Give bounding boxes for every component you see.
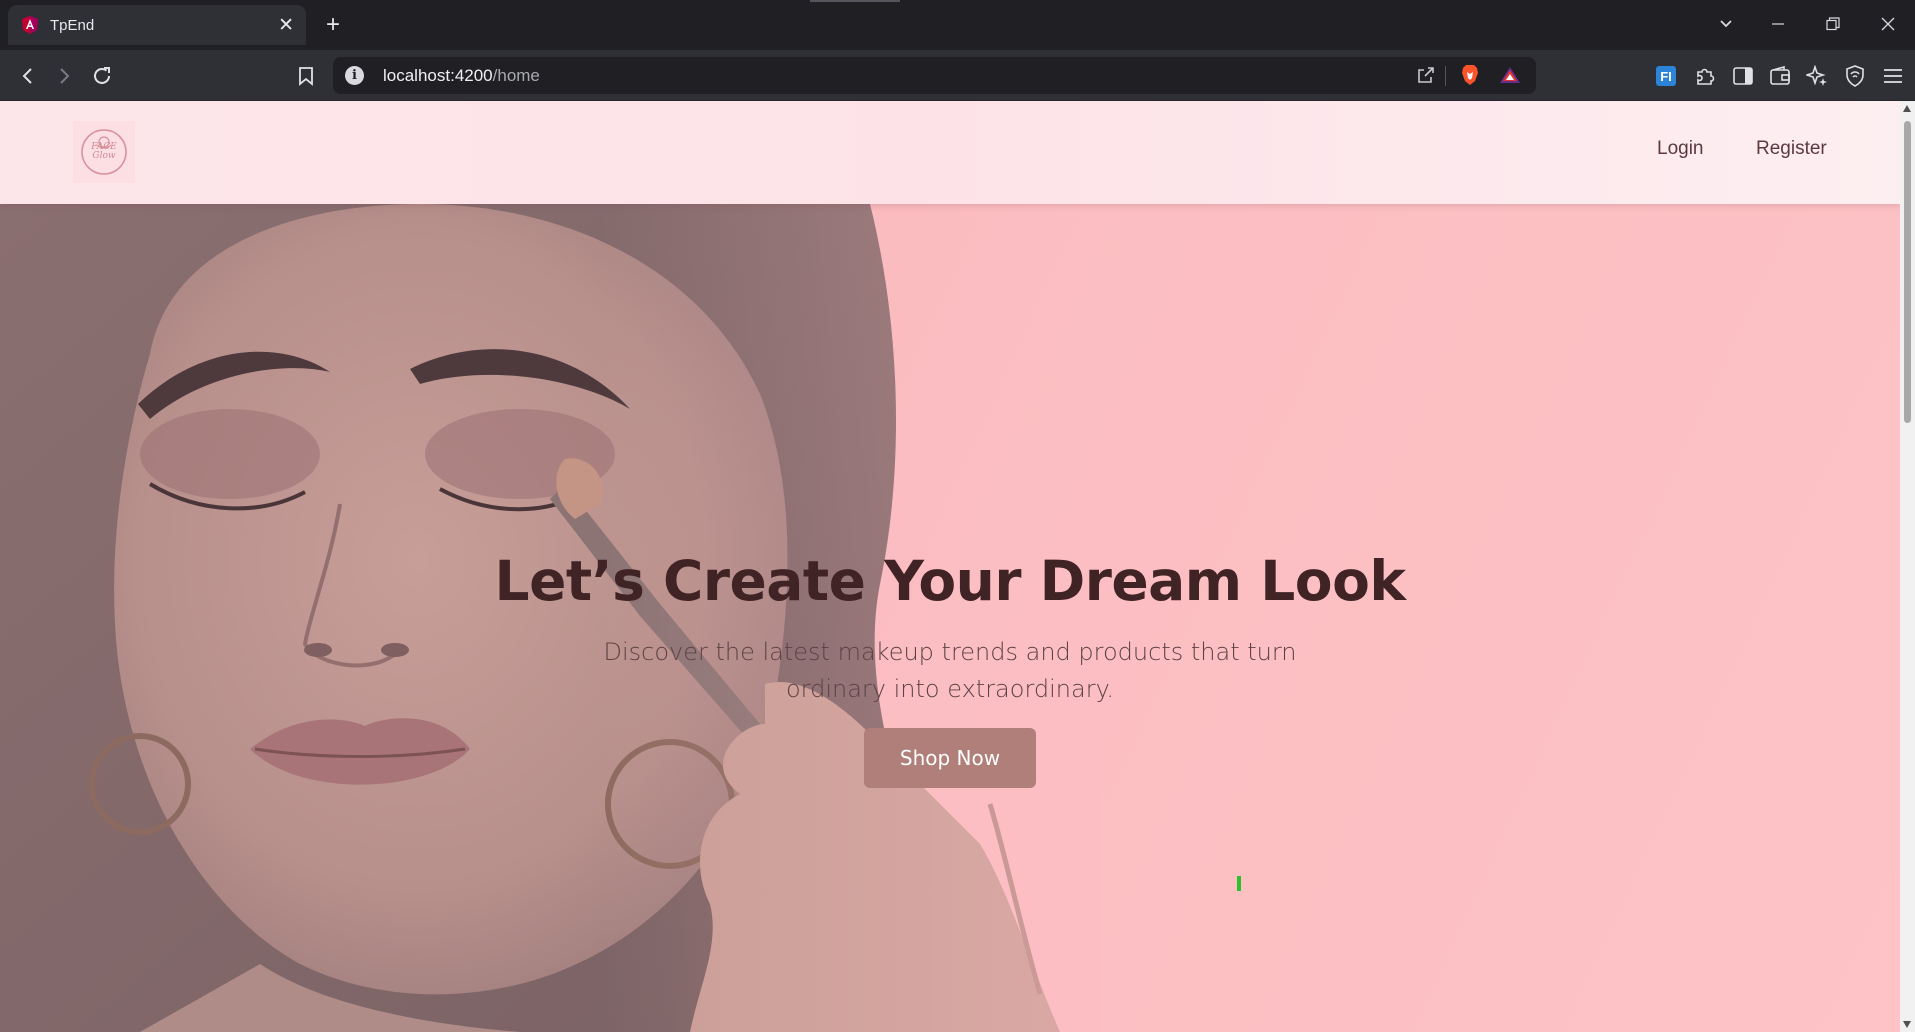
page-scrollbar[interactable]: [1900, 101, 1915, 1032]
window-drag-indicator: [810, 0, 900, 2]
new-tab-button[interactable]: +: [318, 10, 348, 40]
site-logo[interactable]: FACE Glow: [73, 121, 135, 183]
fi-extension-icon[interactable]: FI: [1652, 62, 1680, 90]
shop-now-button[interactable]: Shop Now: [864, 728, 1036, 788]
wallet-icon[interactable]: [1766, 62, 1794, 90]
tab-search-icon[interactable]: [1712, 12, 1740, 38]
sidebar-icon[interactable]: [1729, 62, 1757, 90]
site-info-icon[interactable]: i: [345, 66, 364, 85]
hero-section: Let’s Create Your Dream Look Discover th…: [0, 204, 1900, 1032]
url-text[interactable]: localhost:4200/home: [383, 66, 540, 86]
brave-rewards-icon[interactable]: [1496, 61, 1524, 89]
back-icon[interactable]: [14, 62, 42, 90]
url-separator: [1445, 66, 1446, 86]
hero-title: Let’s Create Your Dream Look: [494, 549, 1406, 613]
scrollbar-thumb[interactable]: [1904, 121, 1911, 423]
scroll-up-icon[interactable]: [1903, 105, 1911, 112]
vpn-icon[interactable]: [1841, 62, 1869, 90]
menu-icon[interactable]: [1879, 62, 1907, 90]
hero-content: Let’s Create Your Dream Look Discover th…: [420, 549, 1480, 788]
address-bar[interactable]: i localhost:4200/home: [333, 57, 1536, 94]
bookmark-icon[interactable]: [292, 62, 320, 90]
close-window-icon[interactable]: [1874, 12, 1902, 38]
browser-tab[interactable]: TpEnd ✕: [8, 5, 306, 45]
extensions-icon[interactable]: [1691, 62, 1719, 90]
share-icon[interactable]: [1412, 61, 1440, 89]
url-host: localhost:4200: [383, 66, 493, 85]
restore-icon[interactable]: [1819, 12, 1847, 38]
text-cursor-indicator: [1237, 876, 1241, 891]
browser-toolbar: i localhost:4200/home FI: [0, 50, 1915, 101]
minimize-icon[interactable]: [1764, 12, 1792, 38]
brave-shields-icon[interactable]: [1456, 61, 1484, 89]
tab-strip: TpEnd ✕ +: [0, 0, 1915, 50]
hero-subtitle: Discover the latest makeup trends and pr…: [603, 638, 1297, 703]
leo-ai-icon[interactable]: [1803, 62, 1831, 90]
page-viewport: Let’s Create Your Dream Look Discover th…: [0, 101, 1900, 1032]
logo-text: FACE Glow: [91, 142, 117, 161]
tab-close-icon[interactable]: ✕: [278, 16, 294, 35]
url-path: /home: [492, 66, 540, 85]
nav-register-link[interactable]: Register: [1756, 138, 1827, 160]
reload-icon[interactable]: [88, 62, 116, 90]
svg-text:FI: FI: [1660, 69, 1672, 84]
site-navbar: FACE Glow Login Register: [0, 101, 1900, 204]
angular-icon: [20, 15, 40, 35]
scroll-down-icon[interactable]: [1903, 1021, 1911, 1028]
tab-title: TpEnd: [50, 16, 95, 34]
forward-icon[interactable]: [50, 62, 78, 90]
nav-login-link[interactable]: Login: [1657, 138, 1704, 160]
